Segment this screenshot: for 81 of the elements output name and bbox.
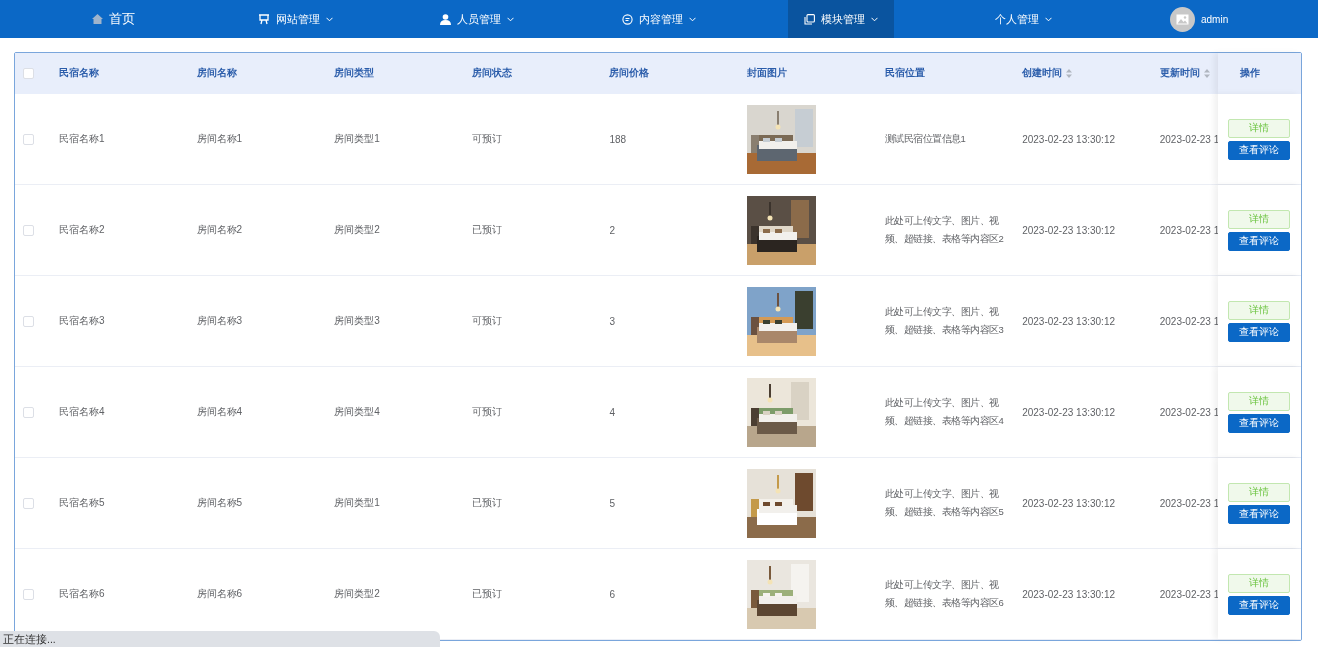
nav-item[interactable]: 个人管理: [978, 0, 1068, 38]
status-bar: 正在连接...: [0, 631, 440, 647]
sort-icon[interactable]: [1066, 69, 1073, 78]
row-checkbox[interactable]: [23, 133, 34, 145]
table-cell: 5: [609, 497, 615, 509]
table-cell: 6: [609, 588, 615, 600]
nav-item[interactable]: 首页: [75, 0, 151, 38]
column-header: 操作: [1239, 67, 1260, 80]
column-header: 房间类型: [334, 67, 375, 80]
column-header: 民宿位置: [884, 67, 925, 80]
table-cell: 2023-02-23 13:30:12: [1022, 588, 1115, 600]
table-cell: 2023-02-23 13:30:12: [1022, 406, 1115, 418]
column-header: 房间状态: [471, 67, 512, 80]
row-checkbox[interactable]: [23, 588, 34, 600]
table-cell: 可预订: [471, 133, 502, 144]
table-cell: 已预订: [471, 224, 502, 235]
table-cell: 房间类型1: [334, 133, 380, 144]
table-cell: 房间名称5: [196, 497, 243, 508]
table-cell: 房间类型2: [334, 224, 380, 235]
table-cell: 2023-02-23 13:30:12: [1022, 315, 1115, 327]
table-cell: 房间类型2: [334, 588, 380, 599]
row-checkbox[interactable]: [23, 497, 34, 509]
table-cell: 民宿名称5: [59, 497, 105, 508]
table-cell: 房间类型3: [334, 315, 380, 326]
table-cell: 此处可上传文字、图片、视频、超链接、表格等内容区6: [884, 579, 1004, 608]
table-cell: 已预订: [471, 588, 502, 599]
view-comments-button[interactable]: 查看评论: [1228, 140, 1291, 160]
view-comments-button[interactable]: 查看评论: [1228, 322, 1291, 342]
table-cell: 房间名称6: [196, 588, 243, 599]
avatar-icon[interactable]: [1170, 6, 1195, 32]
nav-item[interactable]: 网站管理: [241, 0, 349, 38]
view-comments-button[interactable]: 查看评论: [1228, 595, 1291, 615]
column-header: 创建时间: [1022, 67, 1063, 80]
view-comments-button[interactable]: 查看评论: [1228, 413, 1291, 433]
table-cell: 房间名称4: [196, 406, 243, 417]
table-cell: 此处可上传文字、图片、视频、超链接、表格等内容区2: [884, 215, 1004, 244]
row-checkbox[interactable]: [23, 315, 34, 327]
table-cell: 房间类型1: [334, 497, 380, 508]
table-cell: 房间名称1: [196, 133, 243, 144]
table-cell: 此处可上传文字、图片、视频、超链接、表格等内容区3: [884, 306, 1004, 335]
column-header: 封面图片: [746, 67, 787, 80]
table-cell: 2023-02-23 13:30:12: [1022, 497, 1115, 509]
table-cell: 2023-02-23 13:30:12: [1022, 224, 1115, 236]
table-cell: 房间名称2: [196, 224, 243, 235]
copy-icon: [804, 13, 815, 25]
row-checkbox[interactable]: [23, 406, 34, 418]
table-cell: 民宿名称2: [59, 224, 105, 235]
column-header: 更新时间: [1159, 67, 1200, 80]
table-cell: 民宿名称6: [59, 588, 105, 599]
table-cell: 此处可上传文字、图片、视频、超链接、表格等内容区5: [884, 488, 1004, 517]
table-cell: 民宿名称4: [59, 406, 105, 417]
column-header: 民宿名称: [59, 67, 99, 80]
nav-item[interactable]: 人员管理: [424, 0, 530, 38]
table-cell: 2: [609, 224, 615, 236]
table-cell: 民宿名称1: [59, 133, 105, 144]
easel-icon: [257, 13, 270, 25]
nav-item[interactable]: 内容管理: [606, 0, 712, 38]
table-cell: 房间名称3: [196, 315, 243, 326]
table-cell: 2023-02-23 13:30:12: [1022, 133, 1115, 145]
select-all-checkbox[interactable]: [23, 68, 34, 79]
column-header: 房间价格: [609, 67, 650, 80]
user-icon: [440, 13, 451, 25]
table-cell: 此处可上传文字、图片、视频、超链接、表格等内容区4: [884, 397, 1004, 426]
chat-icon: [622, 13, 633, 25]
table-cell: 可预订: [471, 315, 502, 326]
table-cell: 4: [609, 406, 615, 418]
table-cell: 民宿名称3: [59, 315, 105, 326]
table-cell: 188: [609, 133, 627, 145]
view-comments-button[interactable]: 查看评论: [1228, 504, 1291, 524]
table-cell: 可预订: [471, 406, 502, 417]
table-cell: 已预订: [471, 497, 502, 508]
sort-icon[interactable]: [1203, 69, 1210, 78]
nav-item[interactable]: 模块管理: [788, 0, 894, 38]
column-header: 房间名称: [196, 67, 237, 80]
row-checkbox[interactable]: [23, 224, 34, 236]
table-cell: 测试民宿位置信息1: [884, 133, 966, 144]
user-name[interactable]: admin: [1201, 13, 1229, 25]
table-cell: 3: [609, 315, 615, 327]
view-comments-button[interactable]: 查看评论: [1228, 231, 1291, 251]
home-icon: [91, 14, 103, 24]
table-cell: 房间类型4: [334, 406, 380, 417]
